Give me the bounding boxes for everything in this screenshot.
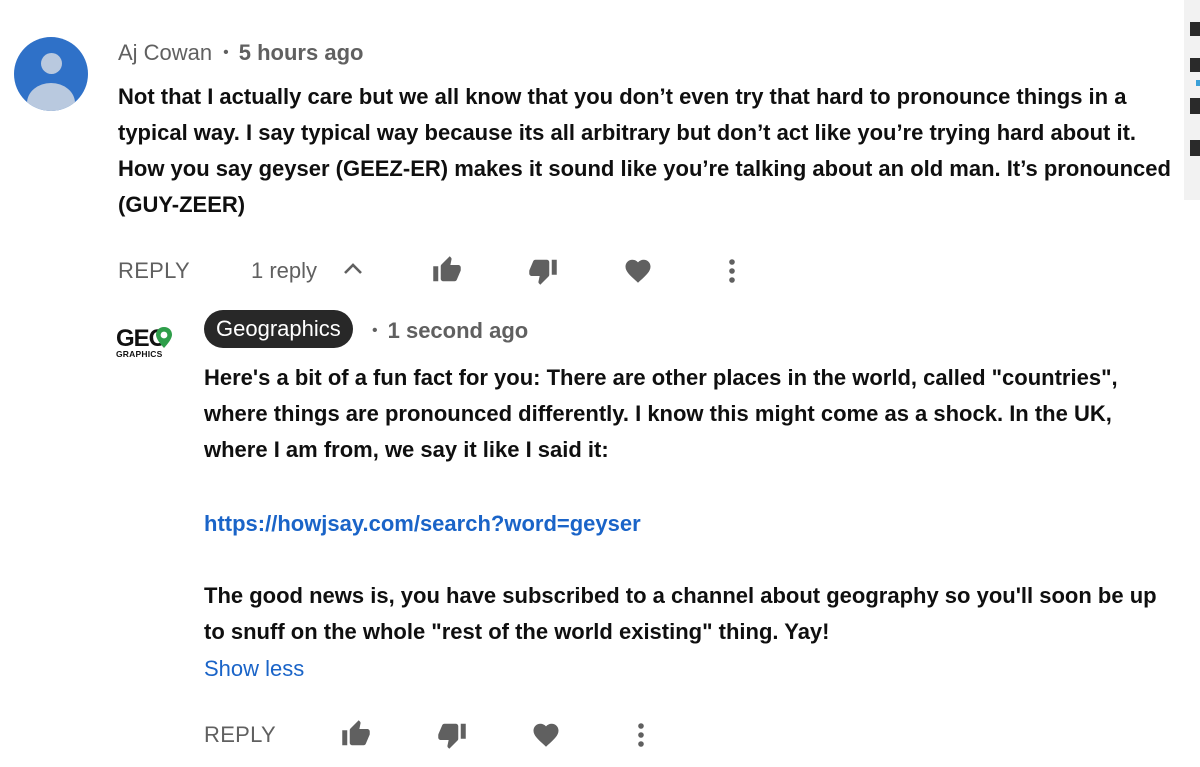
chevron-up-icon[interactable]	[340, 259, 366, 279]
avatar-body	[27, 83, 75, 111]
thumbs-up-icon[interactable]	[339, 719, 373, 749]
replies-toggle[interactable]: 1 reply	[251, 258, 317, 284]
howjsay-link[interactable]: https://howjsay.com/search?word=geyser	[204, 511, 641, 537]
avatar-head	[41, 53, 62, 74]
more-vert-icon[interactable]	[722, 257, 742, 285]
heart-icon[interactable]	[622, 256, 654, 286]
thumbs-up-icon[interactable]	[430, 255, 464, 285]
reply-button[interactable]: REPLY	[118, 258, 190, 284]
reply-timestamp[interactable]: 1 second ago	[388, 318, 529, 343]
heart-icon[interactable]	[530, 720, 562, 750]
map-pin-icon	[156, 327, 172, 348]
reply-button[interactable]: REPLY	[204, 722, 276, 748]
comment-header: Aj Cowan • 5 hours ago	[118, 40, 363, 66]
reply-author-badge[interactable]: Geographics	[204, 310, 353, 348]
meta-separator: •	[372, 322, 378, 339]
comment-author[interactable]: Aj Cowan	[118, 40, 212, 65]
edge-thumbnail-strip	[1184, 0, 1200, 200]
geographics-channel-logo[interactable]: GEO GRAPHICS	[116, 325, 178, 361]
comment-timestamp[interactable]: 5 hours ago	[239, 40, 364, 65]
comment-text: Not that I actually care but we all know…	[118, 84, 1171, 217]
show-less-button[interactable]: Show less	[204, 656, 304, 682]
reply-header-meta: • 1 second ago	[364, 318, 528, 344]
more-vert-icon[interactable]	[631, 721, 651, 749]
thumbs-down-icon[interactable]	[526, 256, 560, 286]
reply-paragraph-1: Here's a bit of a fun fact for you: Ther…	[204, 365, 1118, 462]
meta-separator: •	[223, 44, 229, 61]
reply-paragraph-2: The good news is, you have subscribed to…	[204, 583, 1157, 644]
user-avatar[interactable]	[14, 37, 88, 111]
comment-thread: Aj Cowan • 5 hours ago Not that I actually…	[0, 0, 1200, 767]
thumbs-down-icon[interactable]	[435, 720, 469, 750]
logo-subtext: GRAPHICS	[116, 349, 163, 359]
